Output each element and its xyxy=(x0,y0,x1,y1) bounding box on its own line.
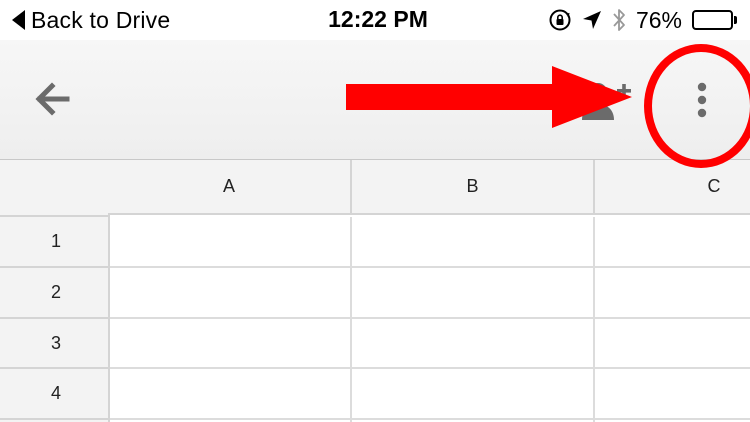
cell-c1[interactable] xyxy=(595,217,750,268)
column-header-b[interactable]: B xyxy=(352,160,595,215)
cell-b2[interactable] xyxy=(352,268,595,319)
cell-c4[interactable] xyxy=(595,369,750,420)
cell-a3[interactable] xyxy=(110,319,352,369)
row-header-2[interactable]: 2 xyxy=(0,268,110,319)
google-sheets-screen: Back to Drive 12:22 PM 76% A B C 1 2 3 4 xyxy=(0,0,750,422)
cell-c2[interactable] xyxy=(595,268,750,319)
battery-body xyxy=(692,10,733,30)
cell-c3[interactable] xyxy=(595,319,750,369)
ios-status-bar: Back to Drive 12:22 PM 76% xyxy=(0,0,750,40)
row-header-4[interactable]: 4 xyxy=(0,369,110,420)
cell-b4[interactable] xyxy=(352,369,595,420)
cell-a4[interactable] xyxy=(110,369,352,420)
sheet-toolbar xyxy=(0,40,750,160)
select-all-corner[interactable] xyxy=(0,160,110,217)
column-header-a[interactable]: A xyxy=(108,160,352,215)
more-options-icon[interactable] xyxy=(690,80,714,120)
battery-icon xyxy=(692,10,738,30)
status-indicators: 76% xyxy=(548,6,738,34)
column-header-c[interactable]: C xyxy=(595,160,750,215)
share-add-person-icon[interactable] xyxy=(578,76,634,126)
spreadsheet-grid: A B C 1 2 3 4 xyxy=(0,160,750,422)
cell-b1[interactable] xyxy=(352,217,595,268)
cell-b3[interactable] xyxy=(352,319,595,369)
cell-a2[interactable] xyxy=(110,268,352,319)
row-header-3[interactable]: 3 xyxy=(0,319,110,369)
battery-percent: 76% xyxy=(635,6,682,33)
row-header-1[interactable]: 1 xyxy=(0,217,110,268)
cell-a1[interactable] xyxy=(110,217,352,268)
bluetooth-icon xyxy=(612,7,626,33)
battery-nub xyxy=(734,16,737,24)
back-arrow-icon[interactable] xyxy=(33,80,71,118)
location-arrow-icon xyxy=(582,10,602,30)
orientation-lock-icon xyxy=(548,8,572,32)
